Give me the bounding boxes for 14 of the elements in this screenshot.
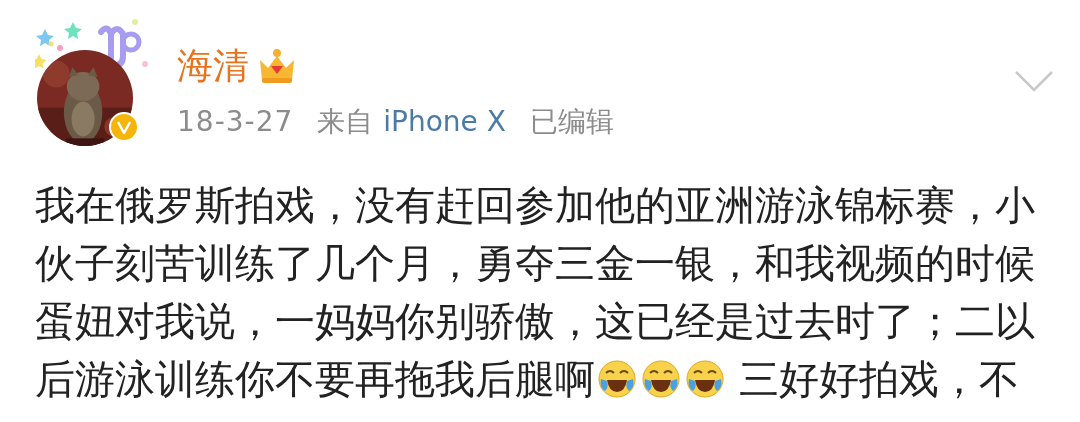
source-link[interactable]: iPhone X [383,104,506,140]
author-name[interactable]: 海清 [177,44,249,88]
post-text: 后游泳训练你不要再拖我后腿啊 [35,355,595,404]
source-label: 来自 [317,104,374,140]
post-text: 伙子刻苦训练了几个月，勇夺三金一银，和我视频的时候 [35,239,1035,288]
laughing-crying-emoji-icon [597,359,637,399]
laughing-crying-emoji-icon [685,359,725,399]
laughing-crying-emoji-icon [641,359,681,399]
chevron-down-icon[interactable] [1014,70,1054,92]
post-text: 蛋妞对我说，一妈妈你别骄傲，这已经是过去时了；二以 [35,297,1035,346]
post-text: 三好好拍戏，不 [739,355,1019,404]
post-date: 18-3-27 [177,104,294,140]
edited-label: 已编辑 [529,104,614,140]
post-text: 我在俄罗斯拍戏，没有赶回参加他的亚洲游泳锦标赛，小 [35,181,1035,230]
